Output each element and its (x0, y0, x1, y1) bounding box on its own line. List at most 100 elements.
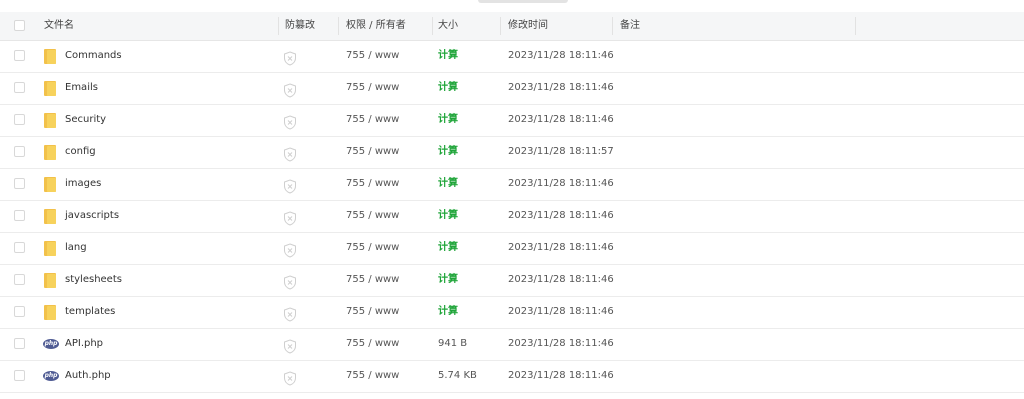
file-row[interactable]: javascripts 755 / www 计算 2023/11/28 18:11:4… (0, 201, 1024, 233)
folder-icon (44, 145, 56, 160)
calc-size-link[interactable]: 计算 (438, 201, 458, 231)
php-file-icon: php (43, 339, 59, 349)
modified-time: 2023/11/28 18:11:46 (508, 274, 614, 285)
row-checkbox[interactable] (14, 242, 25, 253)
permission-owner[interactable]: 755 / www (346, 105, 399, 135)
shield-icon[interactable] (283, 49, 297, 66)
calc-size-link[interactable]: 计算 (438, 297, 458, 327)
permission-owner[interactable]: 755 / www (346, 329, 399, 359)
file-name-link[interactable]: javascripts (65, 201, 119, 231)
calc-size-link[interactable]: 计算 (438, 105, 458, 135)
folder-icon (44, 209, 56, 224)
folder-icon (44, 305, 56, 320)
file-name-link[interactable]: stylesheets (65, 265, 122, 295)
calc-size-link[interactable]: 计算 (438, 233, 458, 263)
header-protect[interactable]: 防篡改 (285, 12, 315, 40)
file-row[interactable]: Commands 755 / www 计算 2023/11/28 18:11:46 (0, 41, 1024, 73)
select-all-checkbox[interactable] (14, 20, 25, 31)
permission-owner[interactable]: 755 / www (346, 265, 399, 295)
column-divider[interactable] (855, 17, 856, 35)
modified-time: 2023/11/28 18:11:46 (508, 50, 614, 61)
file-row[interactable]: config 755 / www 计算 2023/11/28 18:11:57 (0, 137, 1024, 169)
file-name-link[interactable]: Emails (65, 73, 98, 103)
modified-time: 2023/11/28 18:11:46 (508, 370, 614, 381)
file-row[interactable]: php API.php 755 / www 941 B 2023/11/28 18:11… (0, 329, 1024, 361)
file-row[interactable]: templates 755 / www 计算 2023/11/28 18:11:46 (0, 297, 1024, 329)
modified-time: 2023/11/28 18:11:46 (508, 242, 614, 253)
header-perm[interactable]: 权限 / 所有者 (346, 12, 406, 40)
file-row[interactable]: lang 755 / www 计算 2023/11/28 18:11:46 (0, 233, 1024, 265)
row-checkbox[interactable] (14, 210, 25, 221)
file-name-link[interactable]: Commands (65, 41, 122, 71)
modified-time: 2023/11/28 18:11:46 (508, 82, 614, 93)
row-checkbox[interactable] (14, 146, 25, 157)
header-size[interactable]: 大小 (438, 12, 458, 40)
header-name[interactable]: 文件名 (44, 12, 74, 40)
table-header: 文件名 防篡改 权限 / 所有者 大小 修改时间 备注 (0, 12, 1024, 41)
file-name-link[interactable]: templates (65, 297, 115, 327)
file-row[interactable]: images 755 / www 计算 2023/11/28 18:11:46 (0, 169, 1024, 201)
shield-icon[interactable] (283, 337, 297, 354)
file-rows: Commands 755 / www 计算 2023/11/28 18:11:46 Em… (0, 41, 1024, 393)
shield-icon[interactable] (283, 209, 297, 226)
row-checkbox[interactable] (14, 114, 25, 125)
column-divider[interactable] (612, 17, 613, 35)
file-name-link[interactable]: lang (65, 233, 87, 263)
column-divider[interactable] (338, 17, 339, 35)
permission-owner[interactable]: 755 / www (346, 169, 399, 199)
file-name-link[interactable]: Auth.php (65, 361, 111, 391)
row-checkbox[interactable] (14, 50, 25, 61)
folder-icon (44, 273, 56, 288)
file-name-link[interactable]: API.php (65, 329, 103, 359)
row-checkbox[interactable] (14, 274, 25, 285)
php-file-icon: php (43, 371, 59, 381)
permission-owner[interactable]: 755 / www (346, 361, 399, 391)
permission-owner[interactable]: 755 / www (346, 41, 399, 71)
calc-size-link[interactable]: 计算 (438, 137, 458, 167)
permission-owner[interactable]: 755 / www (346, 201, 399, 231)
folder-icon (44, 49, 56, 64)
shield-icon[interactable] (283, 81, 297, 98)
modified-time: 2023/11/28 18:11:46 (508, 306, 614, 317)
column-divider[interactable] (432, 17, 433, 35)
file-name-link[interactable]: images (65, 169, 101, 199)
file-name-link[interactable]: Security (65, 105, 106, 135)
row-checkbox[interactable] (14, 370, 25, 381)
file-row[interactable]: php Auth.php 755 / www 5.74 KB 2023/11/28 18… (0, 361, 1024, 393)
shield-icon[interactable] (283, 273, 297, 290)
calc-size-link[interactable]: 计算 (438, 169, 458, 199)
shield-icon[interactable] (283, 145, 297, 162)
shield-icon[interactable] (283, 241, 297, 258)
header-mtime[interactable]: 修改时间 (508, 12, 548, 40)
file-table: 文件名 防篡改 权限 / 所有者 大小 修改时间 备注 Commands 755 … (0, 12, 1024, 393)
column-divider[interactable] (500, 17, 501, 35)
file-name-link[interactable]: config (65, 137, 96, 167)
permission-owner[interactable]: 755 / www (346, 137, 399, 167)
file-row[interactable]: Emails 755 / www 计算 2023/11/28 18:11:46 (0, 73, 1024, 105)
row-checkbox[interactable] (14, 306, 25, 317)
file-row[interactable]: stylesheets 755 / www 计算 2023/11/28 18:11:4… (0, 265, 1024, 297)
permission-owner[interactable]: 755 / www (346, 73, 399, 103)
modified-time: 2023/11/28 18:11:46 (508, 114, 614, 125)
shield-icon[interactable] (283, 369, 297, 386)
folder-icon (44, 81, 56, 96)
permission-owner[interactable]: 755 / www (346, 297, 399, 327)
panel-drag-handle[interactable] (478, 0, 568, 3)
modified-time: 2023/11/28 18:11:57 (508, 146, 614, 157)
calc-size-link[interactable]: 计算 (438, 73, 458, 103)
row-checkbox[interactable] (14, 338, 25, 349)
permission-owner[interactable]: 755 / www (346, 233, 399, 263)
file-size: 5.74 KB (438, 370, 477, 381)
calc-size-link[interactable]: 计算 (438, 41, 458, 71)
modified-time: 2023/11/28 18:11:46 (508, 210, 614, 221)
column-divider[interactable] (278, 17, 279, 35)
row-checkbox[interactable] (14, 82, 25, 93)
header-note[interactable]: 备注 (620, 12, 640, 40)
folder-icon (44, 241, 56, 256)
shield-icon[interactable] (283, 113, 297, 130)
shield-icon[interactable] (283, 177, 297, 194)
row-checkbox[interactable] (14, 178, 25, 189)
shield-icon[interactable] (283, 305, 297, 322)
file-row[interactable]: Security 755 / www 计算 2023/11/28 18:11:46 (0, 105, 1024, 137)
calc-size-link[interactable]: 计算 (438, 265, 458, 295)
